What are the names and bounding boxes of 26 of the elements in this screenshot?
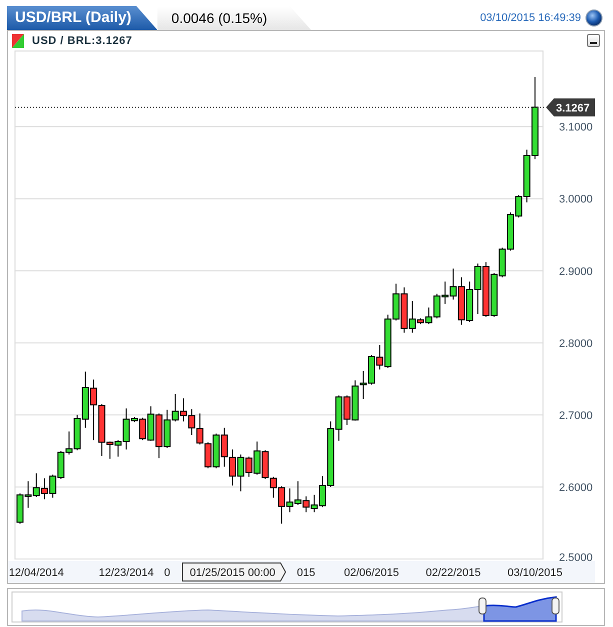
flag-icon [12,34,24,48]
price-change: 0.0046 (0.15%) [157,6,312,30]
crosshair-date-label: 01/25/2015 00:00 [182,562,286,582]
x-axis-label: 02/22/2015 [426,567,481,579]
x-axis-label: 02/06/2015 [344,567,400,579]
y-axis-label: 3.0000 [559,194,593,206]
range-handle[interactable] [552,598,560,614]
price-tag: 3.1267 [546,98,595,116]
x-axis-label: 12/23/2014 [98,567,154,579]
y-axis-label: 2.6000 [559,482,593,494]
y-axis-label: 2.9000 [559,266,593,278]
y-axis-label: 2.5000 [559,552,593,564]
chart-title-tab[interactable]: USD/BRL (Daily) [7,6,158,30]
timestamp: 03/10/2015 16:49:39 [480,12,581,24]
x-axis-label: 0 [164,567,170,579]
ref-line-label: 3.1267 [556,102,590,114]
minimize-button[interactable] [587,34,600,47]
y-axis-label: 2.7000 [559,410,593,422]
range-handle[interactable] [478,598,486,614]
instrument-price-label: USD / BRL:3.1267 [32,34,132,46]
y-axis-label: 3.1000 [559,122,593,134]
y-axis-label: 2.8000 [559,338,593,350]
x-axis-label: 015 [296,567,316,579]
x-axis-label: 12/04/2014 [8,567,64,579]
x-axis-label: 03/10/2015 [507,567,563,579]
globe-icon[interactable] [585,9,603,27]
